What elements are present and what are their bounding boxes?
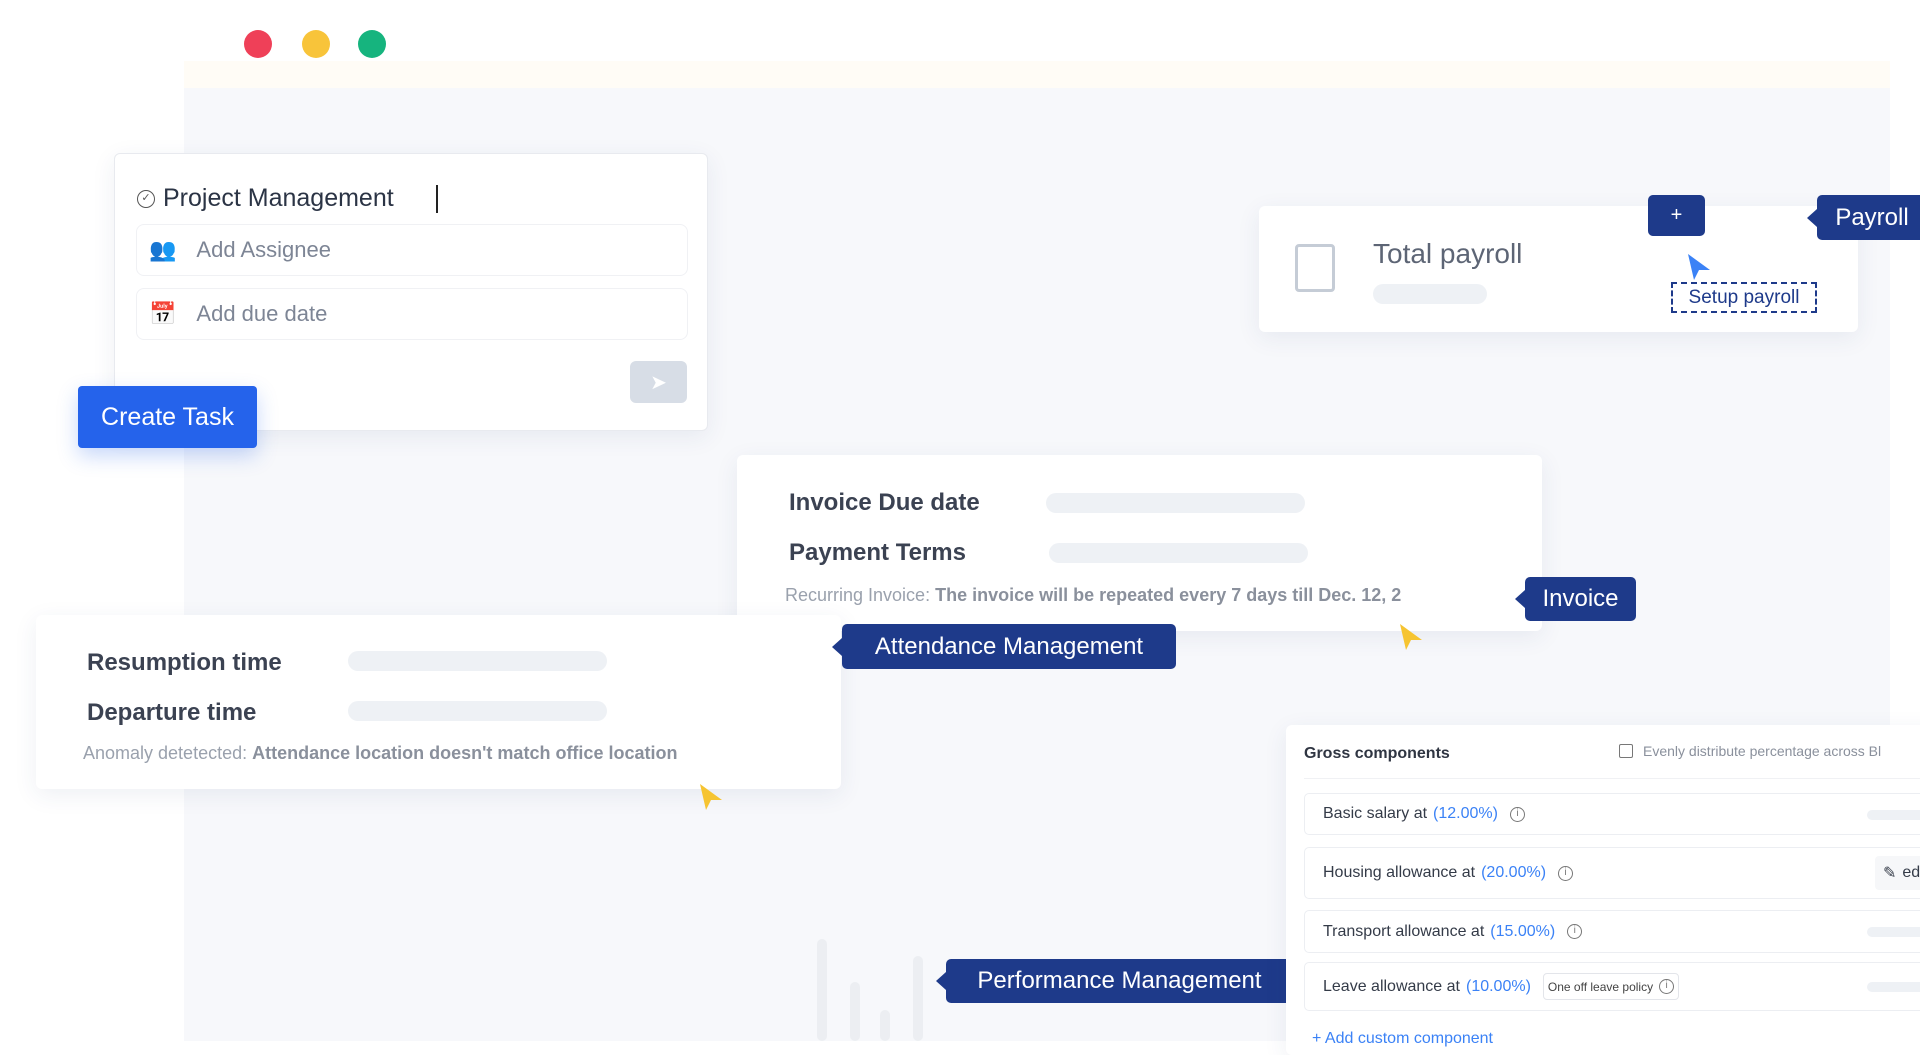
invoice-due-label: Invoice Due date xyxy=(789,489,980,516)
info-icon[interactable]: i xyxy=(1567,924,1583,939)
add-payroll-button[interactable]: + xyxy=(1648,195,1705,236)
yellow-cursor-icon xyxy=(700,784,722,810)
attendance-card: Resumption time Departure time Anomaly d… xyxy=(36,615,841,789)
task-title-row: ✓ Project Management xyxy=(137,184,438,213)
recurring-prefix: Recurring Invoice: xyxy=(785,585,931,605)
send-icon: ➤ xyxy=(650,371,667,394)
evenly-distribute-checkbox[interactable]: Evenly distribute percentage across Bl xyxy=(1619,743,1881,759)
invoice-due-placeholder xyxy=(1046,493,1305,513)
row-percent: (15.00%) xyxy=(1490,922,1556,940)
row-value-placeholder xyxy=(1867,810,1920,820)
divider xyxy=(1304,778,1920,779)
setup-payroll-button[interactable]: Setup payroll xyxy=(1671,282,1817,313)
gross-title: Gross components xyxy=(1304,745,1450,762)
edit-label: ed xyxy=(1902,864,1920,881)
recurring-note: Recurring Invoice: The invoice will be r… xyxy=(785,585,1535,606)
anomaly-note: Anomaly detetected: Attendance location … xyxy=(83,743,677,764)
resumption-placeholder xyxy=(348,651,607,671)
invoice-card: Invoice Due date Payment Terms Recurring… xyxy=(737,455,1542,631)
row-label: Basic salary at xyxy=(1323,805,1428,822)
send-button[interactable]: ➤ xyxy=(630,361,687,403)
check-circle-icon: ✓ xyxy=(137,189,155,208)
anomaly-prefix: Anomaly detetected: xyxy=(83,743,248,763)
notice-band xyxy=(184,61,1890,88)
anomaly-text: Attendance location doesn't match office… xyxy=(252,743,678,763)
row-percent: (12.00%) xyxy=(1433,805,1498,822)
row-value-placeholder xyxy=(1867,982,1920,992)
minimize-window-button[interactable] xyxy=(302,30,330,58)
payroll-amount-placeholder xyxy=(1373,284,1487,304)
close-window-button[interactable] xyxy=(244,30,272,58)
info-icon[interactable]: i xyxy=(1509,806,1525,822)
row-value-placeholder xyxy=(1867,927,1920,937)
checkbox-icon xyxy=(1619,744,1633,758)
row-label: Housing allowance at xyxy=(1323,864,1476,881)
row-label: Transport allowance at xyxy=(1323,922,1485,940)
invoice-tag: Invoice xyxy=(1515,577,1636,621)
row-label: Leave allowance at xyxy=(1323,977,1460,995)
assignee-placeholder: Add Assignee xyxy=(196,237,331,262)
create-task-button[interactable]: Create Task xyxy=(78,386,257,448)
due-date-placeholder: Add due date xyxy=(196,301,328,326)
payment-terms-placeholder xyxy=(1049,543,1308,563)
departure-placeholder xyxy=(348,701,607,721)
row-percent: (10.00%) xyxy=(1465,977,1531,995)
payment-terms-label: Payment Terms xyxy=(789,539,966,566)
info-icon[interactable]: i xyxy=(1558,865,1574,881)
add-component-link[interactable]: + Add custom component xyxy=(1312,1030,1493,1048)
maximize-window-button[interactable] xyxy=(358,30,386,58)
performance-tag: Performance Management xyxy=(936,959,1293,1003)
text-cursor xyxy=(435,184,438,213)
performance-bar xyxy=(817,939,827,1041)
gross-row-basic[interactable]: Basic salary at (12.00%) i xyxy=(1304,793,1920,835)
leave-policy-label: One off leave policy xyxy=(1547,979,1654,994)
gross-row-housing[interactable]: Housing allowance at (20.00%) i ✎ ed xyxy=(1304,847,1920,899)
departure-label: Departure time xyxy=(87,699,257,726)
info-icon[interactable]: i xyxy=(1659,979,1675,994)
task-title[interactable]: Project Management xyxy=(163,184,394,213)
leave-policy-badge[interactable]: One off leave policy i xyxy=(1542,973,1680,1000)
row-percent: (20.00%) xyxy=(1481,864,1547,881)
evenly-distribute-label: Evenly distribute percentage across Bl xyxy=(1643,743,1882,759)
resumption-label: Resumption time xyxy=(87,649,282,676)
blue-cursor-icon xyxy=(1688,254,1710,280)
payroll-card: Total payroll Setup payroll xyxy=(1259,206,1858,332)
payroll-title: Total payroll xyxy=(1373,238,1523,269)
calendar-icon: 📅 xyxy=(149,301,177,326)
edit-button[interactable]: ✎ ed xyxy=(1875,856,1920,890)
gross-row-leave[interactable]: Leave allowance at (10.00%) One off leave… xyxy=(1304,962,1920,1011)
due-date-input[interactable]: 📅 Add due date xyxy=(136,288,688,340)
receipt-icon xyxy=(1295,244,1335,292)
performance-bar xyxy=(913,956,923,1041)
title-bar xyxy=(184,0,1890,61)
pencil-icon: ✎ xyxy=(1883,865,1897,882)
payroll-tag: Payroll xyxy=(1807,195,1920,240)
yellow-cursor-icon xyxy=(1400,624,1422,650)
assignee-input[interactable]: 👥 Add Assignee xyxy=(136,224,688,276)
attendance-tag: Attendance Management xyxy=(832,624,1176,669)
users-icon: 👥 xyxy=(149,237,177,262)
recurring-text: The invoice will be repeated every 7 day… xyxy=(935,585,1402,605)
performance-bar xyxy=(880,1010,890,1041)
gross-row-transport[interactable]: Transport allowance at (15.00%) i xyxy=(1304,910,1920,953)
performance-bar xyxy=(850,982,860,1041)
